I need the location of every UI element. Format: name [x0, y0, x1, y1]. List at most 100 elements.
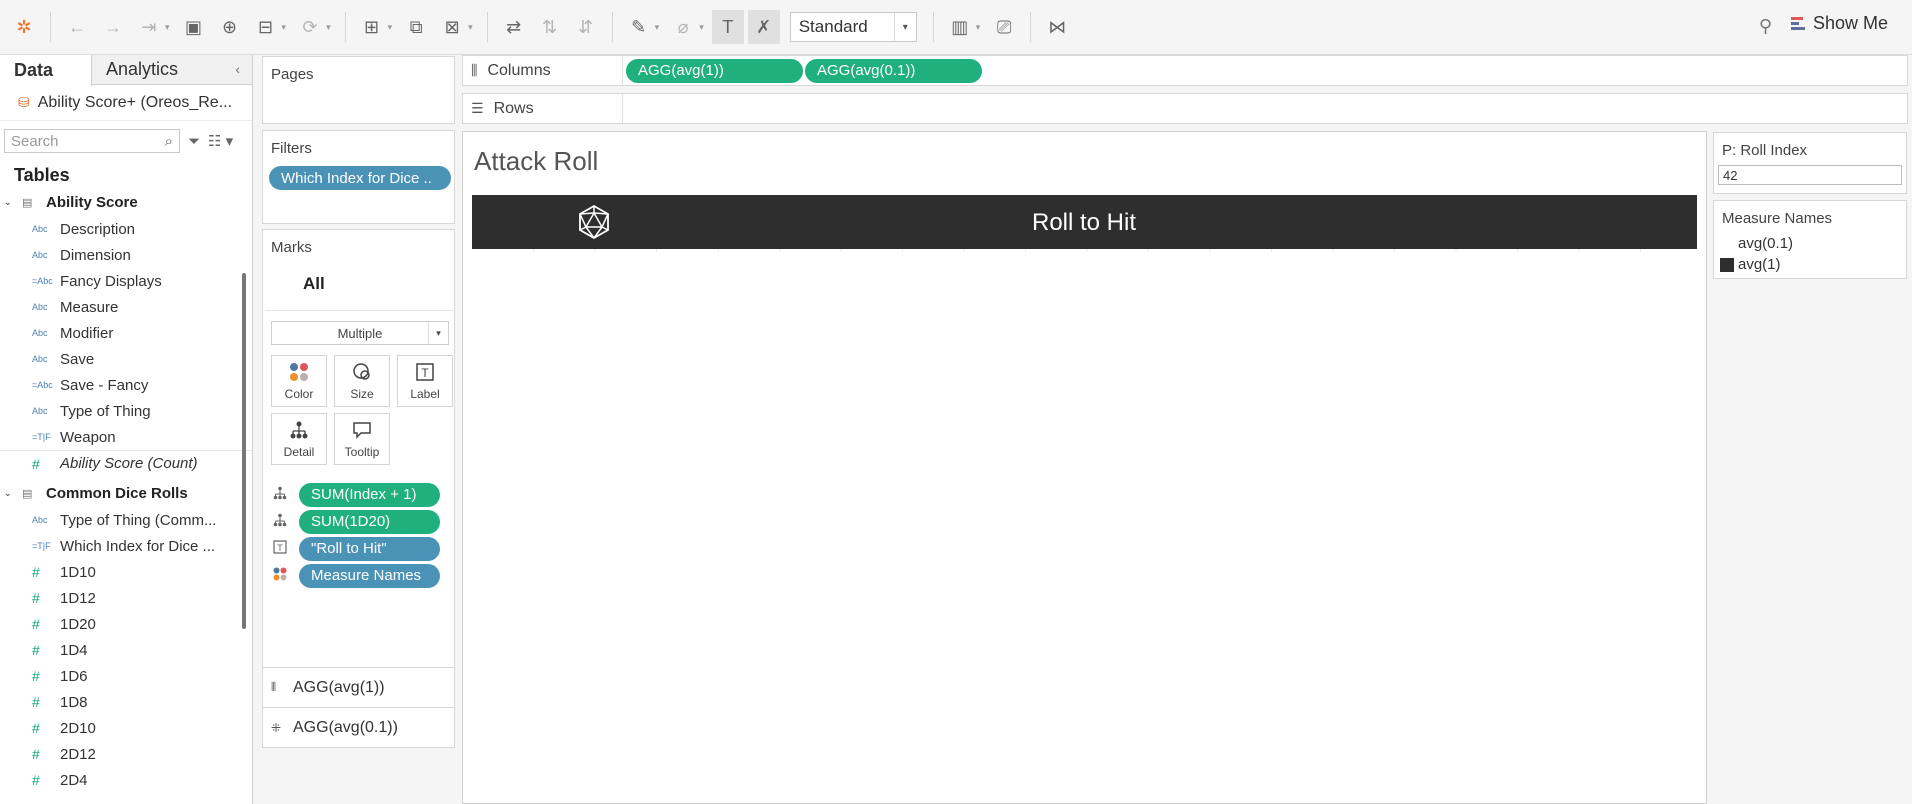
field-weapon[interactable]: =T|F Weapon — [0, 424, 252, 450]
field-1d20[interactable]: #1D20 — [0, 611, 252, 637]
chevron-down-icon[interactable]: ▾ — [893, 13, 916, 41]
mark-field-pill[interactable]: "Roll to Hit" — [299, 536, 440, 561]
columns-pill[interactable]: AGG(avg(0.1)) — [805, 58, 982, 83]
legend-item[interactable]: avg(0.1) — [1714, 233, 1906, 254]
field-1d8[interactable]: #1D8 — [0, 689, 252, 715]
field-1d4[interactable]: #1D4 — [0, 637, 252, 663]
filter-icon[interactable]: ⏷ — [188, 133, 200, 150]
tableau-logo-icon[interactable]: ✲ — [8, 10, 40, 44]
field-description[interactable]: Abc Description — [0, 216, 252, 242]
field-2d12[interactable]: #2D12 — [0, 741, 252, 767]
mark-field-pill[interactable]: SUM(Index + 1) — [299, 482, 440, 507]
marks-all-label[interactable]: All — [265, 256, 454, 311]
field-type-of-thing[interactable]: Abc Type of Thing — [0, 398, 252, 424]
field-2d10[interactable]: #2D10 — [0, 715, 252, 741]
chevron-down-icon[interactable]: ▾ — [976, 22, 981, 33]
field-name: 1D10 — [60, 563, 96, 581]
columns-pill[interactable]: AGG(avg(1)) — [626, 58, 803, 83]
label-mark-button[interactable]: T Label — [397, 355, 453, 407]
legend-swatch — [1720, 236, 1734, 251]
view-options-icon[interactable]: ☷ ▾ — [208, 132, 233, 150]
label-icon[interactable]: T — [273, 540, 299, 557]
show-me-button[interactable]: Show Me — [1790, 13, 1888, 34]
show-labels-icon[interactable]: T — [711, 10, 744, 44]
marks-tab-agg-avg-1[interactable]: ⫴ AGG(avg(1)) — [263, 667, 454, 707]
duplicate-sheet-icon[interactable]: ⧉ — [400, 10, 432, 44]
field-name: Save — [60, 350, 95, 368]
columns-shelf[interactable]: ⫼ Columns AGG(avg(1)) AGG(avg(0.1)) — [462, 55, 1908, 86]
field-save[interactable]: Abc Save — [0, 346, 252, 372]
show-cards-icon[interactable]: ▥ — [944, 10, 976, 44]
pause-updates-icon[interactable]: ⊟ — [250, 10, 282, 44]
chevron-down-icon[interactable]: ▾ — [326, 22, 331, 33]
chevron-down-icon[interactable]: ▾ — [699, 22, 704, 33]
clear-sheet-icon[interactable]: ⊠ — [436, 10, 468, 44]
table-header-common-dice-rolls[interactable]: ⌄ ▤ Common Dice Rolls — [0, 480, 252, 507]
chevron-down-icon[interactable]: ⌄ — [4, 197, 22, 208]
mark-field-pill[interactable]: Measure Names — [299, 563, 440, 588]
color-mark-button[interactable]: Color — [271, 355, 327, 407]
field-type-of-thing-comm[interactable]: Abc Type of Thing (Comm... — [0, 507, 252, 533]
filter-pill[interactable]: Which Index for Dice .. — [269, 166, 451, 190]
replay-icon[interactable]: ⇥ — [133, 10, 165, 44]
refresh-icon[interactable]: ⟳ — [294, 10, 326, 44]
color-icon[interactable] — [273, 567, 299, 584]
chevron-down-icon[interactable]: ▾ — [428, 322, 448, 344]
roll-index-input[interactable]: 42 — [1718, 165, 1902, 185]
save-icon[interactable]: ▣ — [178, 10, 210, 44]
sort-descending-icon[interactable]: ⇵ — [570, 10, 602, 44]
filters-card[interactable]: Filters Which Index for Dice .. — [262, 130, 455, 224]
cards-column: Pages Filters Which Index for Dice .. Ma… — [253, 55, 458, 804]
rows-shelf[interactable]: ☰ Rows — [462, 93, 1908, 124]
field-fancy-displays[interactable]: =Abc Fancy Displays — [0, 268, 252, 294]
chevron-down-icon[interactable]: ⌄ — [4, 488, 22, 499]
size-mark-button[interactable]: Size — [334, 355, 390, 407]
field-1d6[interactable]: #1D6 — [0, 663, 252, 689]
tooltip-mark-button[interactable]: Tooltip — [334, 413, 390, 465]
datasource-item[interactable]: ⛁ Ability Score+ (Oreos_Re... — [0, 85, 252, 121]
chevron-down-icon[interactable]: ▾ — [165, 22, 170, 33]
detail-icon[interactable] — [273, 513, 299, 530]
tab-data[interactable]: Data — [0, 55, 92, 86]
field-1d10[interactable]: #1D10 — [0, 559, 252, 585]
new-sheet-icon[interactable]: ⊞ — [356, 10, 388, 44]
fix-axes-icon[interactable]: ✗ — [747, 10, 780, 44]
redo-icon[interactable]: → — [97, 10, 129, 44]
detail-icon[interactable] — [273, 486, 299, 503]
field-ability-score-count[interactable]: # Ability Score (Count) — [0, 450, 252, 476]
chevron-down-icon[interactable]: ▾ — [468, 22, 473, 33]
detail-mark-button[interactable]: Detail — [271, 413, 327, 465]
table-header-ability-score[interactable]: ⌄ ▤ Ability Score — [0, 189, 252, 216]
field-1d12[interactable]: #1D12 — [0, 585, 252, 611]
search-input[interactable]: Search ⌕ — [4, 129, 180, 153]
chevron-down-icon[interactable]: ▾ — [282, 22, 287, 33]
scrollbar[interactable] — [242, 273, 246, 629]
field-2d4[interactable]: #2D4 — [0, 767, 252, 793]
chevron-down-icon[interactable]: ▾ — [388, 22, 393, 33]
marks-tab-agg-avg-0-1[interactable]: ⁜ AGG(avg(0.1)) — [263, 707, 454, 747]
mark-field-pill[interactable]: SUM(1D20) — [299, 509, 440, 534]
viz-canvas[interactable]: Attack Roll Roll to Hit — [462, 131, 1707, 804]
field-dimension[interactable]: Abc Dimension — [0, 242, 252, 268]
field-which-index-for-dice[interactable]: =T|F Which Index for Dice ... — [0, 533, 252, 559]
sort-ascending-icon[interactable]: ⇅ — [534, 10, 566, 44]
pin-icon[interactable]: ⚲ — [1759, 16, 1772, 37]
highlight-icon[interactable]: ✎ — [623, 10, 655, 44]
mark-type-select[interactable]: Multiple ▾ — [271, 321, 449, 345]
presentation-mode-icon[interactable]: ⎚ — [988, 10, 1020, 44]
field-save-fancy[interactable]: =Abc Save - Fancy — [0, 372, 252, 398]
new-datasource-icon[interactable]: ⊕ — [214, 10, 246, 44]
pages-card[interactable]: Pages — [262, 56, 455, 124]
chevron-down-icon[interactable]: ▾ — [655, 22, 660, 33]
share-icon[interactable]: ⋈ — [1041, 10, 1073, 44]
undo-icon[interactable]: ← — [61, 10, 93, 44]
field-modifier[interactable]: Abc Modifier — [0, 320, 252, 346]
collapse-pane-icon[interactable]: ‹ — [235, 61, 240, 77]
fit-select[interactable]: Standard ▾ — [789, 12, 917, 42]
legend-item[interactable]: avg(1) — [1714, 254, 1906, 275]
group-icon[interactable]: ⌀ — [667, 10, 699, 44]
tab-analytics[interactable]: Analytics — [92, 55, 184, 84]
field-measure[interactable]: Abc Measure — [0, 294, 252, 320]
swap-icon[interactable]: ⇄ — [498, 10, 530, 44]
toolbar-divider — [932, 12, 934, 42]
